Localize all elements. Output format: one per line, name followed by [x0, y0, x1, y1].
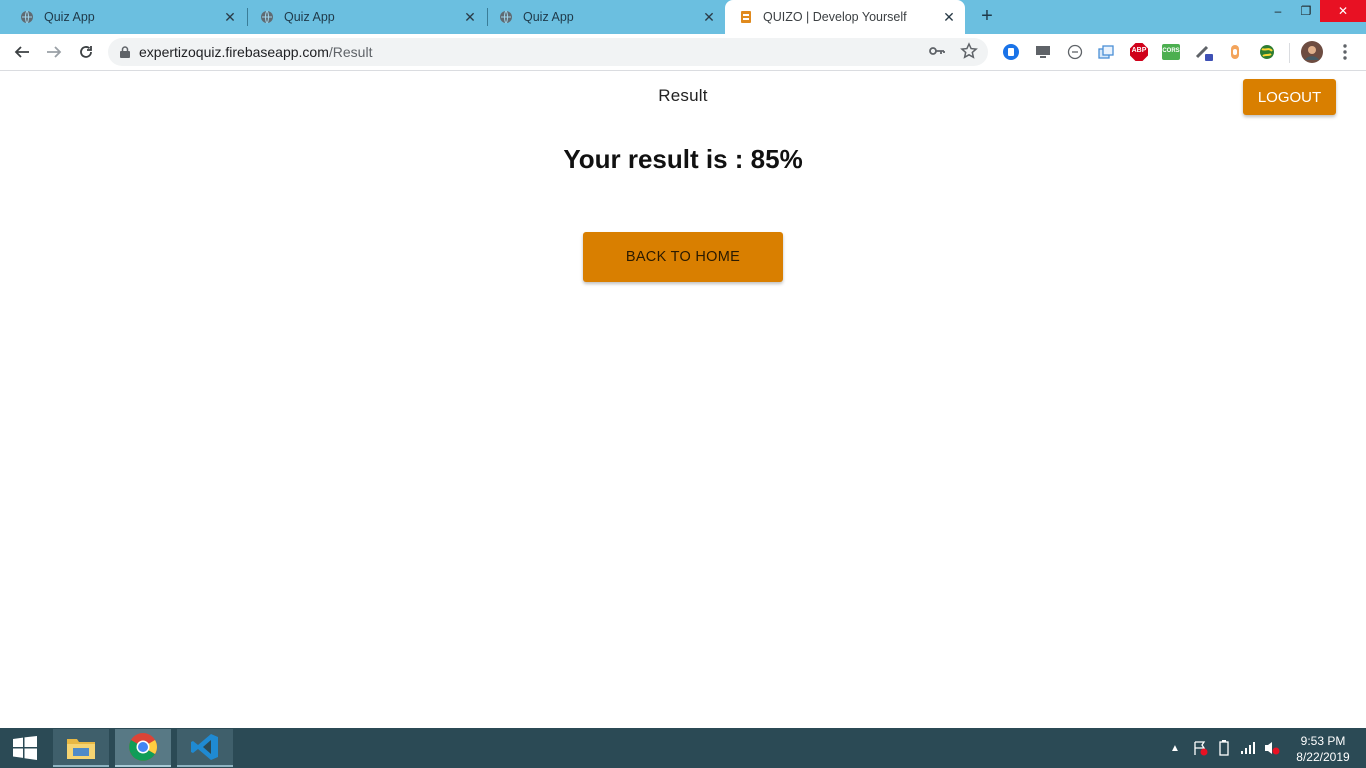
- tab-close-icon[interactable]: ✕: [941, 9, 957, 25]
- globe-icon: [20, 10, 34, 24]
- windows-taskbar: ▲ 9:53 PM 8/22/2019: [0, 728, 1366, 768]
- logout-button[interactable]: LOGOUT: [1243, 79, 1336, 115]
- shield-icon[interactable]: [1002, 43, 1020, 61]
- tab-title: Quiz App: [284, 10, 335, 24]
- tab-title: QUIZO | Develop Yourself: [763, 10, 907, 24]
- monitor-icon[interactable]: [1034, 43, 1052, 61]
- adblock-icon[interactable]: ABP: [1130, 43, 1148, 61]
- lock-icon: [120, 46, 130, 58]
- browser-tabstrip: Quiz App ✕ Quiz App ✕ Quiz App ✕ QUIZO |…: [0, 0, 1366, 34]
- new-tab-button[interactable]: +: [976, 5, 998, 27]
- reload-button[interactable]: [74, 40, 98, 64]
- globe-ext-icon[interactable]: [1258, 43, 1276, 61]
- windows-start-button[interactable]: [0, 728, 50, 768]
- flask-icon[interactable]: [1226, 43, 1244, 61]
- key-icon[interactable]: [928, 42, 946, 63]
- quizo-favicon: [739, 10, 753, 24]
- tabs-icon[interactable]: [1097, 43, 1115, 61]
- restore-button[interactable]: ❐: [1292, 0, 1320, 22]
- reload-icon: [80, 46, 92, 58]
- battery-icon[interactable]: [1214, 728, 1234, 768]
- browser-toolbar: expertizoquiz.firebaseapp.com/Result ABP…: [0, 34, 1366, 71]
- windows-logo-icon: [13, 736, 37, 760]
- clock-time: 9:53 PM: [1300, 734, 1346, 748]
- dropper-icon[interactable]: [1195, 43, 1213, 61]
- tab-title: Quiz App: [523, 10, 574, 24]
- page-title: Result: [658, 86, 708, 105]
- vscode-icon[interactable]: [177, 729, 233, 767]
- profile-avatar[interactable]: [1301, 41, 1323, 63]
- tray-expand-icon[interactable]: ▲: [1168, 728, 1182, 768]
- result-text: Your result is : 85%: [563, 144, 803, 174]
- file-explorer-icon[interactable]: [53, 729, 109, 767]
- chrome-icon[interactable]: [115, 729, 171, 767]
- adblock-label: ABP: [1131, 47, 1147, 54]
- browser-tab[interactable]: Quiz App ✕: [240, 0, 486, 34]
- back-arrow-icon: [14, 46, 29, 58]
- url-host: expertizoquiz.firebaseapp.com: [139, 44, 329, 60]
- tab-close-icon[interactable]: ✕: [462, 9, 478, 25]
- more-menu-icon[interactable]: [1336, 43, 1354, 61]
- tab-close-icon[interactable]: ✕: [222, 9, 238, 25]
- browser-tab-active[interactable]: QUIZO | Develop Yourself ✕: [725, 0, 965, 34]
- globe-icon: [260, 10, 274, 24]
- address-bar[interactable]: expertizoquiz.firebaseapp.com/Result: [108, 38, 988, 66]
- back-to-home-button[interactable]: BACK TO HOME: [583, 232, 783, 282]
- url-path: /Result: [328, 44, 373, 60]
- system-clock[interactable]: 9:53 PM 8/22/2019: [1290, 733, 1356, 765]
- volume-muted-icon[interactable]: [1262, 728, 1282, 768]
- back-button[interactable]: [10, 40, 34, 64]
- globe-icon: [499, 10, 513, 24]
- forward-button[interactable]: [42, 40, 66, 64]
- close-window-button[interactable]: ✕: [1320, 0, 1366, 22]
- minimize-button[interactable]: –: [1264, 0, 1292, 22]
- cors-label: CORS: [1162, 48, 1180, 54]
- toolbar-divider: [1289, 43, 1290, 63]
- bookmark-star-icon[interactable]: [960, 42, 978, 63]
- tab-close-icon[interactable]: ✕: [701, 9, 717, 25]
- forward-arrow-icon: [47, 46, 62, 58]
- cors-icon[interactable]: CORS: [1162, 43, 1180, 61]
- action-center-flag-icon[interactable]: [1190, 728, 1210, 768]
- tab-title: Quiz App: [44, 10, 95, 24]
- browser-tab[interactable]: Quiz App ✕: [479, 0, 725, 34]
- network-signal-icon[interactable]: [1238, 728, 1258, 768]
- clock-date: 8/22/2019: [1296, 750, 1350, 764]
- sync-icon[interactable]: [1066, 43, 1084, 61]
- browser-tab[interactable]: Quiz App ✕: [0, 0, 246, 34]
